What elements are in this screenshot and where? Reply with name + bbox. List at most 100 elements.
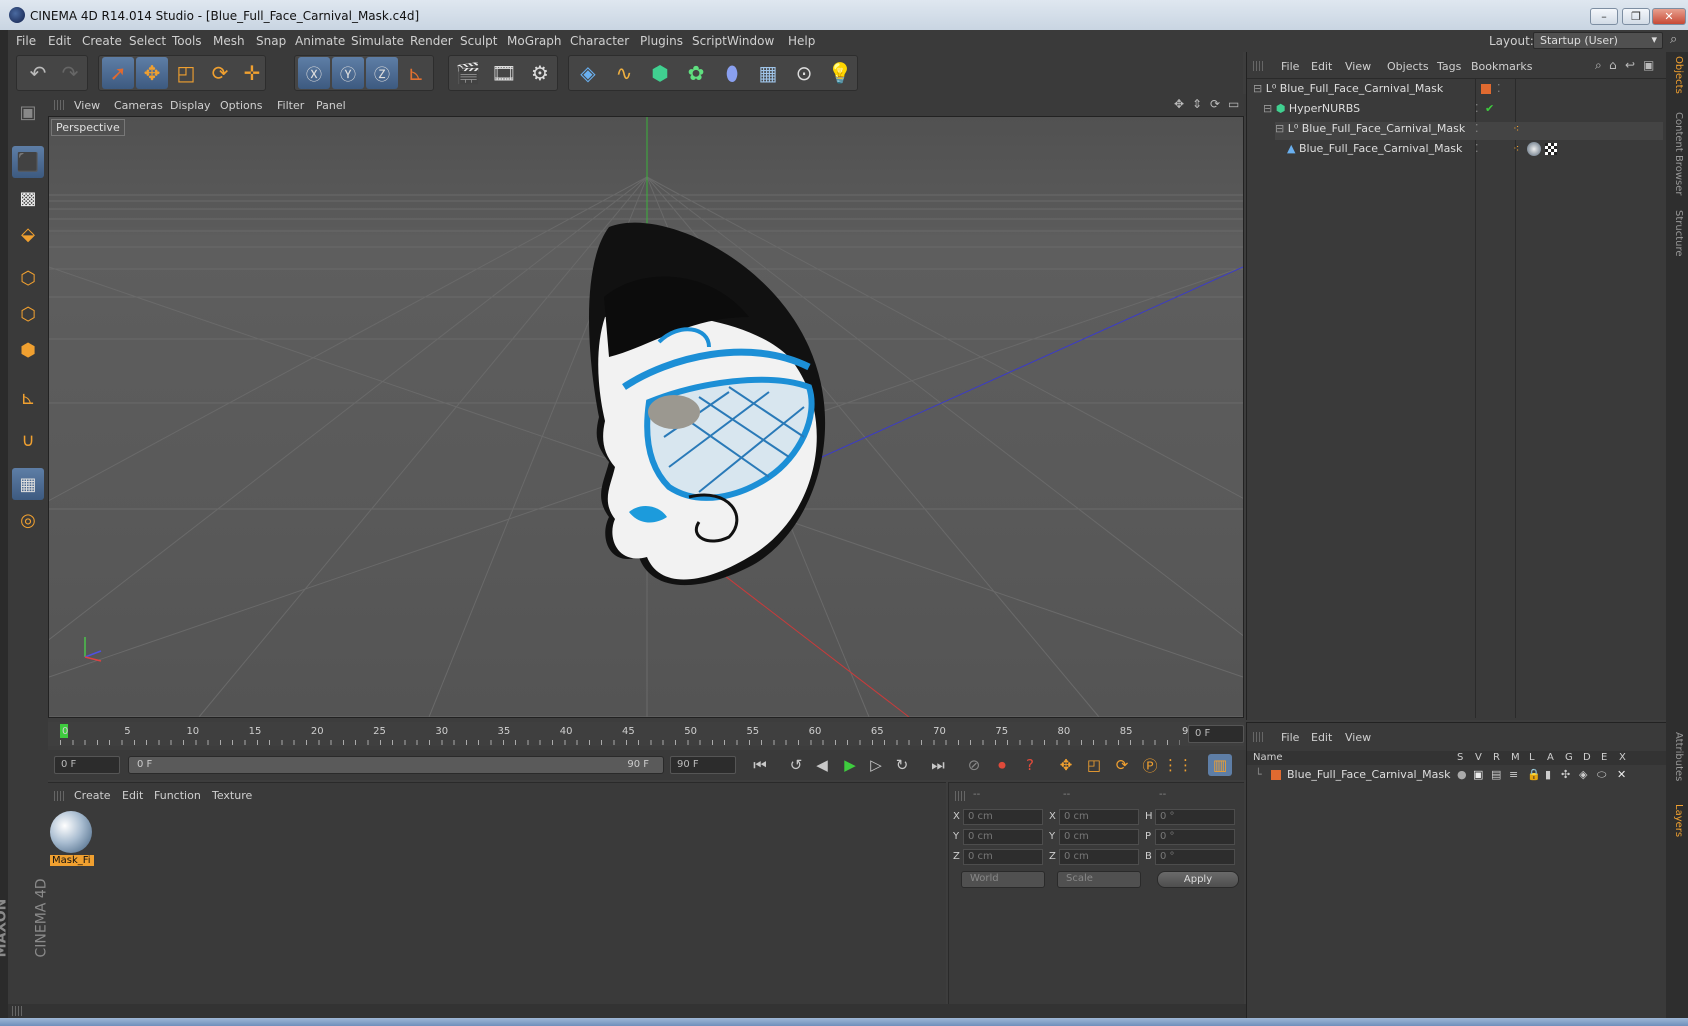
- go-to-end-icon[interactable]: ⏭: [926, 754, 950, 776]
- viewport-menu-cameras[interactable]: Cameras: [114, 99, 163, 112]
- objects-menu-objects[interactable]: Objects: [1387, 60, 1429, 73]
- array-icon[interactable]: ✿: [680, 57, 712, 89]
- close-button[interactable]: ✕: [1652, 8, 1686, 25]
- rotation-h-field[interactable]: 0 °: [1155, 809, 1235, 825]
- viewport-menu-filter[interactable]: Filter: [277, 99, 304, 112]
- points-mode-icon[interactable]: ⬡: [12, 262, 44, 294]
- menu-create[interactable]: Create: [82, 34, 122, 48]
- live-selection-icon[interactable]: ➚: [102, 57, 134, 89]
- material-menu-create[interactable]: Create: [74, 789, 111, 802]
- current-frame-field[interactable]: 0 F: [1188, 725, 1244, 743]
- coordinate-system-icon[interactable]: ⊾: [400, 57, 432, 89]
- edges-mode-icon[interactable]: ⬡: [12, 298, 44, 330]
- object-row[interactable]: ⊟ L⁰ Blue_Full_Face_Carnival_Mask ⁚ ⁖: [1275, 122, 1663, 140]
- layers-menu-file[interactable]: File: [1281, 731, 1299, 744]
- layout-dropdown[interactable]: Startup (User) ▾: [1533, 32, 1663, 49]
- layers-menu-edit[interactable]: Edit: [1311, 731, 1332, 744]
- layer-color-swatch[interactable]: [1271, 770, 1281, 780]
- material-menu-edit[interactable]: Edit: [122, 789, 143, 802]
- maximize-view-icon[interactable]: ▭: [1228, 97, 1239, 111]
- play-icon[interactable]: ▶: [838, 754, 862, 776]
- position-x-field[interactable]: 0 cm: [963, 809, 1043, 825]
- magnet-snap-icon[interactable]: ∪: [12, 424, 44, 456]
- render-icon[interactable]: ▤: [1491, 768, 1501, 781]
- menu-mesh[interactable]: Mesh: [213, 34, 245, 48]
- cube-object-icon[interactable]: ◈: [572, 57, 604, 89]
- previous-frame-icon[interactable]: ◀: [810, 754, 834, 776]
- objects-menu-file[interactable]: File: [1281, 60, 1299, 73]
- soft-selection-icon[interactable]: ◎: [12, 504, 44, 536]
- rotate-view-icon[interactable]: ⟳: [1210, 97, 1220, 111]
- tab-layers[interactable]: Layers: [1673, 804, 1684, 837]
- x-axis-lock-icon[interactable]: Ⓧ: [298, 57, 330, 89]
- spline-icon[interactable]: ∿: [608, 57, 640, 89]
- layer-row[interactable]: └ Blue_Full_Face_Carnival_Mask ● ▣ ▤ ≡ 🔒…: [1247, 767, 1667, 783]
- model-mode-icon[interactable]: ⬛: [12, 146, 44, 178]
- menu-snap[interactable]: Snap: [256, 34, 286, 48]
- rotation-b-field[interactable]: 0 °: [1155, 849, 1235, 865]
- go-to-start-icon[interactable]: ⏮: [748, 754, 772, 776]
- view-icon[interactable]: ▣: [1473, 768, 1483, 781]
- material-menu-texture[interactable]: Texture: [212, 789, 252, 802]
- menu-file[interactable]: File: [16, 34, 36, 48]
- visibility-dots[interactable]: ⁚: [1475, 102, 1479, 115]
- grip-icon[interactable]: [54, 791, 64, 801]
- minimize-button[interactable]: –: [1590, 8, 1618, 25]
- world-dropdown[interactable]: World: [961, 871, 1045, 888]
- key-rotation-icon[interactable]: ⟳: [1110, 754, 1134, 776]
- animation-icon[interactable]: ▮: [1545, 768, 1551, 781]
- grip-icon[interactable]: [955, 791, 965, 801]
- move-tool-icon[interactable]: ✥: [136, 57, 168, 89]
- apply-button[interactable]: Apply: [1157, 871, 1239, 888]
- collapse-icon[interactable]: ⊟: [1253, 82, 1262, 95]
- viewport-menu-display[interactable]: Display: [170, 99, 211, 112]
- tab-attributes[interactable]: Attributes: [1673, 732, 1684, 781]
- manager-icon[interactable]: ≡: [1509, 768, 1518, 781]
- previous-key-icon[interactable]: ↺: [784, 754, 808, 776]
- render-view-icon[interactable]: 🎬: [452, 57, 484, 89]
- floor-scene-icon[interactable]: ▦: [752, 57, 784, 89]
- timeline-ruler[interactable]: 051015202530354045505560657075808590 0 F: [48, 722, 1244, 746]
- menu-mograph[interactable]: MoGraph: [507, 34, 562, 48]
- back-icon[interactable]: ↩: [1625, 58, 1635, 72]
- tab-objects[interactable]: Objects: [1673, 56, 1684, 94]
- viewport-menu-options[interactable]: Options: [220, 99, 262, 112]
- grip-icon[interactable]: [1253, 61, 1263, 71]
- home-icon[interactable]: ⌂: [1609, 58, 1617, 72]
- deformer-icon[interactable]: ⬮: [716, 57, 748, 89]
- material-menu-function[interactable]: Function: [154, 789, 201, 802]
- material-swatch[interactable]: Mask_Fi: [50, 811, 94, 869]
- object-row[interactable]: ⊟ ⬢ HyperNURBS ⁚ ✔: [1263, 102, 1663, 120]
- redo-icon[interactable]: ↷: [54, 57, 86, 89]
- enabled-check-icon[interactable]: ✔: [1485, 102, 1494, 115]
- polygons-mode-icon[interactable]: ⬢: [12, 334, 44, 366]
- viewport-menu-panel[interactable]: Panel: [316, 99, 346, 112]
- workplane-lock-icon[interactable]: ▦: [12, 468, 44, 500]
- menu-help[interactable]: Help: [788, 34, 815, 48]
- zoom-view-icon[interactable]: ⇕: [1192, 97, 1202, 111]
- collapse-icon[interactable]: ⊟: [1263, 102, 1272, 115]
- visibility-dots[interactable]: ⁚: [1475, 142, 1479, 155]
- grip-icon[interactable]: [1253, 732, 1263, 742]
- render-settings-icon[interactable]: ⚙: [524, 57, 556, 89]
- scale-dropdown[interactable]: Scale: [1057, 871, 1141, 888]
- object-row[interactable]: ▲ Blue_Full_Face_Carnival_Mask ⁚ ⁖: [1287, 142, 1663, 160]
- nurbs-icon[interactable]: ⬢: [644, 57, 676, 89]
- y-axis-lock-icon[interactable]: Ⓨ: [332, 57, 364, 89]
- position-z-field[interactable]: 0 cm: [963, 849, 1043, 865]
- key-parameter-icon[interactable]: Ⓟ: [1138, 754, 1162, 776]
- menu-script[interactable]: Script: [692, 34, 727, 48]
- scale-tool-icon[interactable]: ◰: [170, 57, 202, 89]
- solo-icon[interactable]: ●: [1457, 768, 1467, 781]
- expressions-icon[interactable]: ⬭: [1597, 768, 1606, 782]
- axis-mode-icon[interactable]: ⊾: [12, 382, 44, 414]
- rotation-p-field[interactable]: 0 °: [1155, 829, 1235, 845]
- next-key-icon[interactable]: ↻: [890, 754, 914, 776]
- key-position-icon[interactable]: ✥: [1054, 754, 1078, 776]
- menu-render[interactable]: Render: [410, 34, 453, 48]
- objects-menu-view[interactable]: View: [1345, 60, 1371, 73]
- size-z-field[interactable]: 0 cm: [1059, 849, 1139, 865]
- start-frame-field[interactable]: 0 F: [54, 756, 120, 774]
- z-axis-lock-icon[interactable]: Ⓩ: [366, 57, 398, 89]
- workplane-mode-icon[interactable]: ⬙: [12, 218, 44, 250]
